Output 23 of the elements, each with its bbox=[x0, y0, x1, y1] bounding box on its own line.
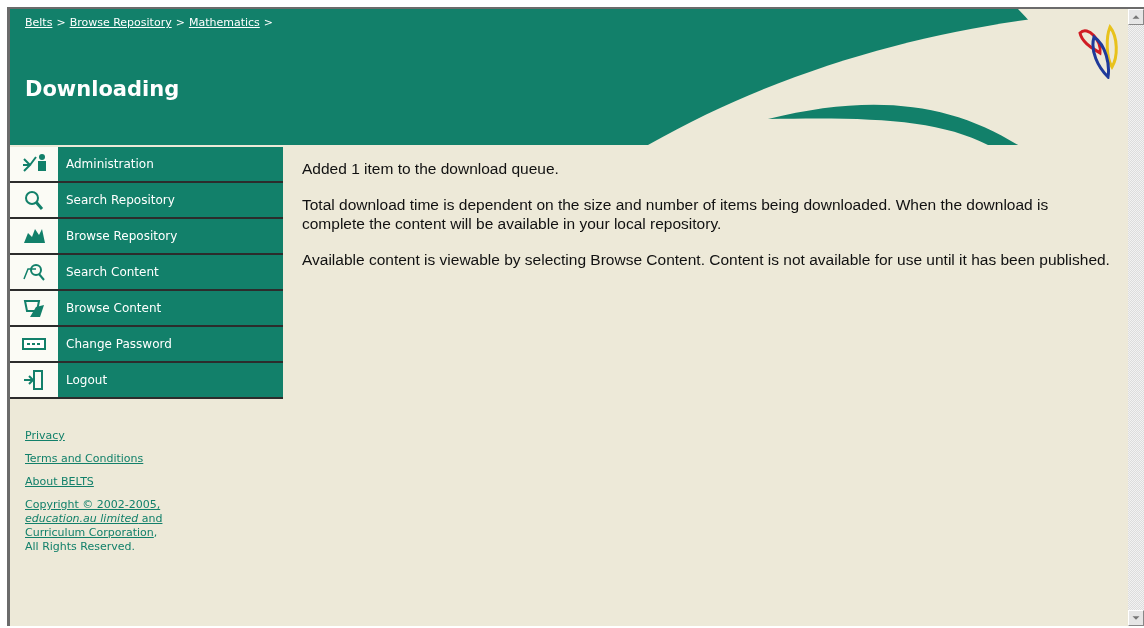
breadcrumb-separator: > bbox=[56, 16, 66, 29]
search-document-icon bbox=[22, 261, 46, 283]
breadcrumb-link[interactable]: Mathematics bbox=[188, 16, 260, 29]
page-title: Downloading bbox=[25, 77, 180, 101]
footer-link[interactable]: Privacy bbox=[25, 429, 65, 442]
search-icon bbox=[22, 189, 46, 211]
copyright-link[interactable]: Copyright © 2002-2005, bbox=[25, 498, 161, 511]
breadcrumb-separator: > bbox=[175, 16, 185, 29]
copyright-link[interactable]: Curriculum Corporation bbox=[25, 526, 154, 539]
breadcrumb-link[interactable]: Belts bbox=[25, 16, 53, 29]
copyright-link[interactable]: education.au limited and bbox=[25, 512, 163, 525]
message-text: Total download time is dependent on the size and number of items being downloaded. When the download is complete the content will be available in your local repository. bbox=[302, 195, 1050, 233]
message-text: Available content is viewable by selecting Browse Content. Content is not available for use until it has been published. bbox=[302, 250, 1111, 269]
door-exit-icon bbox=[22, 369, 46, 391]
footer-link[interactable]: About BELTS bbox=[25, 475, 94, 488]
copyright-notice: Copyright © 2002-2005, education.au limited and Curriculum Corporation, All Rights Reserved. bbox=[25, 498, 163, 554]
breadcrumb-separator: > bbox=[263, 16, 273, 29]
footer-link[interactable]: Terms and Conditions bbox=[25, 452, 144, 465]
breadcrumb-link[interactable]: Browse Repository bbox=[69, 16, 172, 29]
message-text: Added 1 item to the download queue. bbox=[302, 159, 560, 178]
scroll-down-button[interactable] bbox=[1128, 610, 1144, 626]
scroll-up-button[interactable] bbox=[1128, 9, 1144, 25]
folder-icon bbox=[22, 297, 46, 319]
